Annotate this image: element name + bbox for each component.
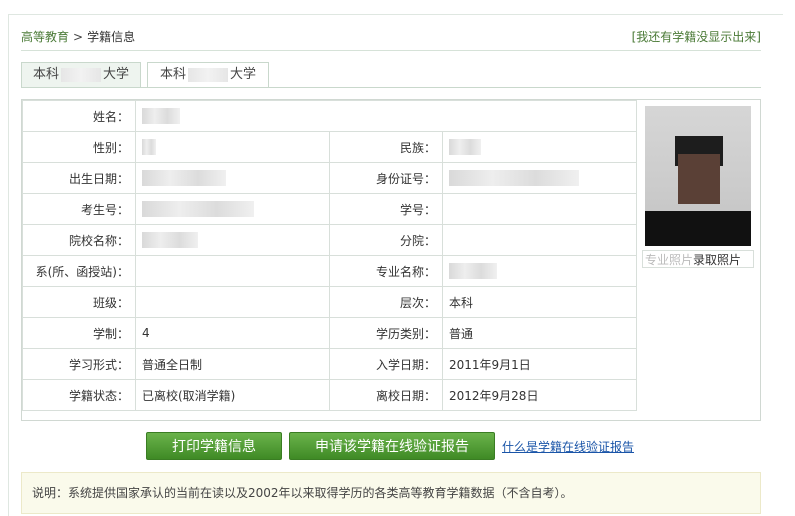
admission-photo-label: 录取照片 bbox=[693, 253, 742, 267]
category-value: 普通 bbox=[442, 317, 637, 349]
breadcrumb-separator: > bbox=[73, 30, 84, 44]
name-label: 姓名： bbox=[22, 100, 136, 132]
table-row: 院校名称： 分院： bbox=[22, 224, 637, 256]
enroll-date-label: 入学日期： bbox=[329, 348, 443, 380]
student-number-label: 学号： bbox=[329, 193, 443, 225]
ethnicity-label: 民族： bbox=[329, 131, 443, 163]
tab-school-1-prefix: 本科 bbox=[32, 67, 59, 82]
major-label: 专业名称： bbox=[329, 255, 443, 287]
redacted-text bbox=[188, 67, 228, 82]
redacted-text bbox=[449, 263, 497, 279]
branch-label: 分院： bbox=[329, 224, 443, 256]
gender-label: 性别： bbox=[22, 131, 136, 163]
redacted-text bbox=[142, 139, 156, 155]
what-is-verification-link[interactable]: 什么是学籍在线验证报告 bbox=[502, 438, 634, 455]
id-number-label: 身份证号： bbox=[329, 162, 443, 194]
class-label: 班级： bbox=[22, 286, 136, 318]
info-note: 说明：系统提供国家承认的当前在读以及2002年以来取得学历的各类高等教育学籍数据… bbox=[21, 472, 761, 514]
record-status-value: 已离校(取消学籍) bbox=[135, 379, 330, 411]
leave-date-label: 离校日期： bbox=[329, 379, 443, 411]
ethnicity-value bbox=[442, 131, 637, 163]
category-label: 学历类别： bbox=[329, 317, 443, 349]
tab-school-2-prefix: 本科 bbox=[159, 67, 186, 82]
table-row: 姓名： bbox=[22, 100, 637, 132]
department-label: 系(所、函授站)： bbox=[22, 255, 136, 287]
leave-date-value: 2012年9月28日 bbox=[442, 379, 637, 411]
tab-school-1-suffix: 大学 bbox=[103, 67, 130, 82]
table-row: 性别： 民族： bbox=[22, 131, 637, 163]
school-name-label: 院校名称： bbox=[22, 224, 136, 256]
redacted-text bbox=[449, 170, 579, 186]
redacted-text bbox=[142, 170, 226, 186]
study-mode-value: 普通全日制 bbox=[135, 348, 330, 380]
redacted-text bbox=[142, 201, 254, 217]
photo-caption: 专业照片录取照片 bbox=[642, 250, 754, 268]
tab-school-1[interactable]: 本科 大学 bbox=[21, 62, 141, 87]
table-row: 考生号： 学号： bbox=[22, 193, 637, 225]
table-row: 班级： 层次： 本科 bbox=[22, 286, 637, 318]
study-mode-label: 学习形式： bbox=[22, 348, 136, 380]
breadcrumb: 高等教育 > 学籍信息 bbox=[21, 29, 135, 45]
missing-record-link[interactable]: [我还有学籍没显示出来] bbox=[632, 29, 761, 45]
birth-date-label: 出生日期： bbox=[22, 162, 136, 194]
redacted-text bbox=[449, 139, 481, 155]
level-label: 层次： bbox=[329, 286, 443, 318]
breadcrumb-current: 学籍信息 bbox=[87, 30, 136, 44]
redacted-text bbox=[142, 232, 198, 248]
table-row: 出生日期： 身份证号： bbox=[22, 162, 637, 194]
class-value bbox=[135, 286, 330, 318]
breadcrumb-home-link[interactable]: 高等教育 bbox=[21, 30, 69, 44]
request-verification-button[interactable]: 申请该学籍在线验证报告 bbox=[289, 432, 495, 460]
name-value bbox=[135, 100, 637, 132]
level-value: 本科 bbox=[442, 286, 637, 318]
header-divider bbox=[21, 50, 761, 51]
print-record-button[interactable]: 打印学籍信息 bbox=[146, 432, 282, 460]
gender-value bbox=[135, 131, 330, 163]
major-photo-label: 专业照片 bbox=[645, 253, 694, 267]
student-record-panel: 姓名： 性别： 民族： 出生日期： 身份证号： 考生号： 学号： 院校名称： 分… bbox=[21, 99, 761, 421]
enroll-date-value: 2011年9月1日 bbox=[442, 348, 637, 380]
branch-value bbox=[442, 224, 637, 256]
tab-school-2-suffix: 大学 bbox=[230, 67, 257, 82]
major-value bbox=[442, 255, 637, 287]
tab-school-2[interactable]: 本科 大学 bbox=[147, 62, 269, 88]
id-number-value bbox=[442, 162, 637, 194]
tab-divider bbox=[21, 87, 761, 88]
exam-number-label: 考生号： bbox=[22, 193, 136, 225]
student-number-value bbox=[442, 193, 637, 225]
record-status-label: 学籍状态： bbox=[22, 379, 136, 411]
table-row: 学制： 4 学历类别： 普通 bbox=[22, 317, 637, 349]
exam-number-value bbox=[135, 193, 330, 225]
redacted-text bbox=[142, 108, 180, 124]
duration-value: 4 bbox=[135, 317, 330, 349]
birth-date-value bbox=[135, 162, 330, 194]
school-name-value bbox=[135, 224, 330, 256]
student-record-table: 姓名： 性别： 民族： 出生日期： 身份证号： 考生号： 学号： 院校名称： 分… bbox=[22, 100, 637, 411]
table-row: 学籍状态： 已离校(取消学籍) 离校日期： 2012年9月28日 bbox=[22, 379, 637, 411]
table-row: 系(所、函授站)： 专业名称： bbox=[22, 255, 637, 287]
duration-label: 学制： bbox=[22, 317, 136, 349]
student-photo bbox=[645, 106, 751, 246]
redacted-text bbox=[61, 67, 101, 82]
department-value bbox=[135, 255, 330, 287]
table-row: 学习形式： 普通全日制 入学日期： 2011年9月1日 bbox=[22, 348, 637, 380]
